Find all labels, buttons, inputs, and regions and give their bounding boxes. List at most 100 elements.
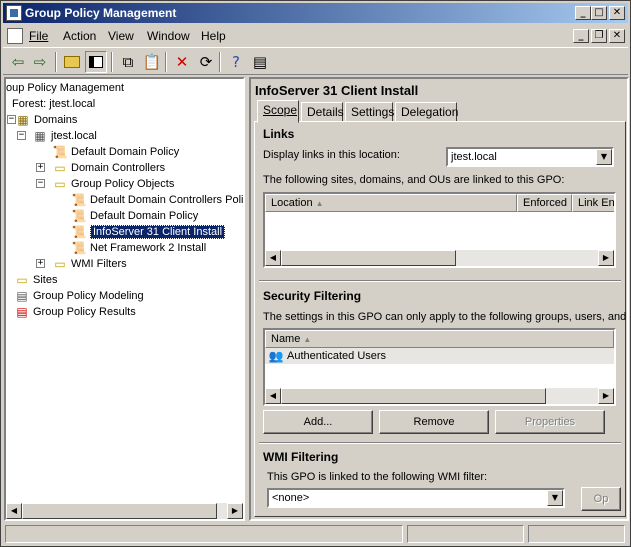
scroll-right-button[interactable]: ▶ [598,388,614,404]
security-description: The settings in this GPO can only apply … [263,311,627,323]
gpo-icon: 📜 [71,241,87,255]
tree-hscrollbar[interactable]: ◀ ▶ [6,503,243,519]
location-dropdown[interactable]: jtest.local ▼ [446,147,614,167]
title-bar[interactable]: Group Policy Management _ □ ✕ [3,3,628,23]
maximize-button[interactable]: □ [591,6,607,20]
details-pane: InfoServer 31 Client Install Scope Detai… [249,77,629,521]
security-list[interactable]: Name ▲ 👥 Authenticated Users ◀ ▶ [263,328,616,406]
properties-button[interactable]: Properties [495,410,605,434]
show-tree-icon[interactable] [85,51,107,73]
tree-item-default-domain-policy[interactable]: 📜 Default Domain Policy [71,208,199,224]
column-link-enabled[interactable]: Link En [572,194,614,212]
collapse-domain-toggle[interactable]: − [17,131,26,140]
sort-up-icon: ▲ [303,335,312,344]
open-button[interactable]: Op [581,487,621,511]
tree-item-default-domain-controllers-policy[interactable]: 📜 Default Domain Controllers Polic [71,192,245,208]
tree-item-forest[interactable]: Forest: jtest.local [12,96,95,112]
console-tree[interactable]: oup Policy Management Forest: jtest.loca… [4,77,245,521]
menu-file[interactable]: File [29,29,48,43]
scroll-left-button[interactable]: ◀ [265,388,281,404]
tree-item-label-selected: InfoServer 31 Client Install [90,225,226,239]
tree-item-wmi-filters[interactable]: ▭ WMI Filters [52,256,127,272]
mdi-minimize-button[interactable]: _ [573,29,589,43]
sites-icon: ▭ [16,273,28,287]
properties-icon[interactable]: ▤ [249,51,271,73]
users-group-icon: 👥 [268,349,284,363]
help-icon[interactable]: ? [225,51,247,73]
collapse-gpo-toggle[interactable]: − [36,179,45,188]
expand-domain-controllers-toggle[interactable]: + [36,163,45,172]
column-location-label: Location [271,197,313,209]
minimize-button[interactable]: _ [575,6,591,20]
links-description: The following sites, domains, and OUs ar… [263,174,565,186]
tab-details[interactable]: Details [301,102,344,122]
add-button[interactable]: Add... [263,410,373,434]
delete-icon[interactable]: ✕ [171,51,193,73]
tab-settings[interactable]: Settings [345,102,394,122]
chevron-down-icon[interactable]: ▼ [596,149,612,165]
main-window: Group Policy Management _ □ ✕ File Actio… [0,0,631,547]
toolbar: ⇦ ⇨ ⧉ 📋 ✕ ⟳ ? ▤ [3,47,628,75]
tree-item-default-domain-policy-link[interactable]: 📜 Default Domain Policy [52,144,180,160]
wmi-filter-dropdown[interactable]: <none> ▼ [267,488,565,508]
remove-button[interactable]: Remove [379,410,489,434]
up-folder-icon[interactable] [61,51,83,73]
menu-view[interactable]: View [108,29,134,43]
refresh-icon[interactable]: ⟳ [195,51,217,73]
tree-item-jtest-local[interactable]: ▦ jtest.local [32,128,97,144]
back-icon[interactable]: ⇦ [7,51,29,73]
column-location[interactable]: Location ▲ [265,194,517,212]
security-hscrollbar[interactable]: ◀ ▶ [265,388,614,404]
scroll-thumb[interactable] [281,250,456,266]
menu-action[interactable]: Action [63,29,96,43]
tree-item-domains[interactable]: ▦ Domains [15,112,77,128]
toolbar-separator [219,52,221,72]
column-enforced[interactable]: Enforced [517,194,572,212]
tree-item-label: Default Domain Controllers Polic [90,194,245,206]
tree-item-sites[interactable]: ▭ Sites [14,272,57,288]
tree-item-net-framework[interactable]: 📜 Net Framework 2 Install [71,240,207,256]
scroll-thumb[interactable] [22,503,217,519]
mdi-restore-button[interactable]: ❐ [591,29,607,43]
scroll-left-button[interactable]: ◀ [6,503,22,519]
tree-item-infoserver-gpo[interactable]: 📜 InfoServer 31 Client Install [71,224,226,240]
gpo-folder-icon: ▭ [54,177,66,191]
scroll-left-button[interactable]: ◀ [265,250,281,266]
scope-tab-panel: Links Display links in this location: jt… [254,121,626,517]
expand-wmi-toggle[interactable]: + [36,259,45,268]
tree-item-label: Default Domain Policy [71,146,180,158]
toolbar-separator [111,52,113,72]
list-item-label: Authenticated Users [287,350,387,362]
chevron-down-icon[interactable]: ▼ [547,490,563,506]
domain-icon: ▦ [34,129,46,143]
tree-item-label: Group Policy Results [33,306,136,318]
tree-item-modeling[interactable]: ▤ Group Policy Modeling [14,288,143,304]
scroll-right-button[interactable]: ▶ [227,503,243,519]
menu-help[interactable]: Help [201,29,226,43]
column-name[interactable]: Name ▲ [265,330,614,348]
tree-item-label: Domains [34,114,78,126]
scroll-right-button[interactable]: ▶ [598,250,614,266]
tree-item-domain-controllers[interactable]: ▭ Domain Controllers [52,160,165,176]
copy-icon[interactable]: ⧉ [117,51,139,73]
tree-item-label: WMI Filters [71,258,127,270]
security-filtering-heading: Security Filtering [263,289,362,303]
list-item[interactable]: 👥 Authenticated Users [265,348,614,364]
mdi-close-button[interactable]: ✕ [609,29,625,43]
scroll-thumb[interactable] [281,388,546,404]
mdi-doc-icon[interactable] [7,28,23,44]
paste-icon[interactable]: 📋 [141,51,163,73]
menu-window[interactable]: Window [147,29,190,43]
tab-scope[interactable]: Scope [257,100,299,123]
links-hscrollbar[interactable]: ◀ ▶ [265,250,614,266]
close-button[interactable]: ✕ [609,6,625,20]
wmi-folder-icon: ▭ [54,257,66,271]
tree-item-root[interactable]: oup Policy Management [6,80,124,96]
tree-item-results[interactable]: ▤ Group Policy Results [14,304,136,320]
tree-item-group-policy-objects[interactable]: ▭ Group Policy Objects [52,176,174,192]
tab-delegation[interactable]: Delegation [395,102,458,122]
gpmc-app-icon[interactable] [6,5,22,21]
links-list[interactable]: Location ▲ Enforced Link En ◀ ▶ [263,192,616,268]
tree-item-label: Sites [33,274,58,286]
forward-icon[interactable]: ⇨ [29,51,51,73]
